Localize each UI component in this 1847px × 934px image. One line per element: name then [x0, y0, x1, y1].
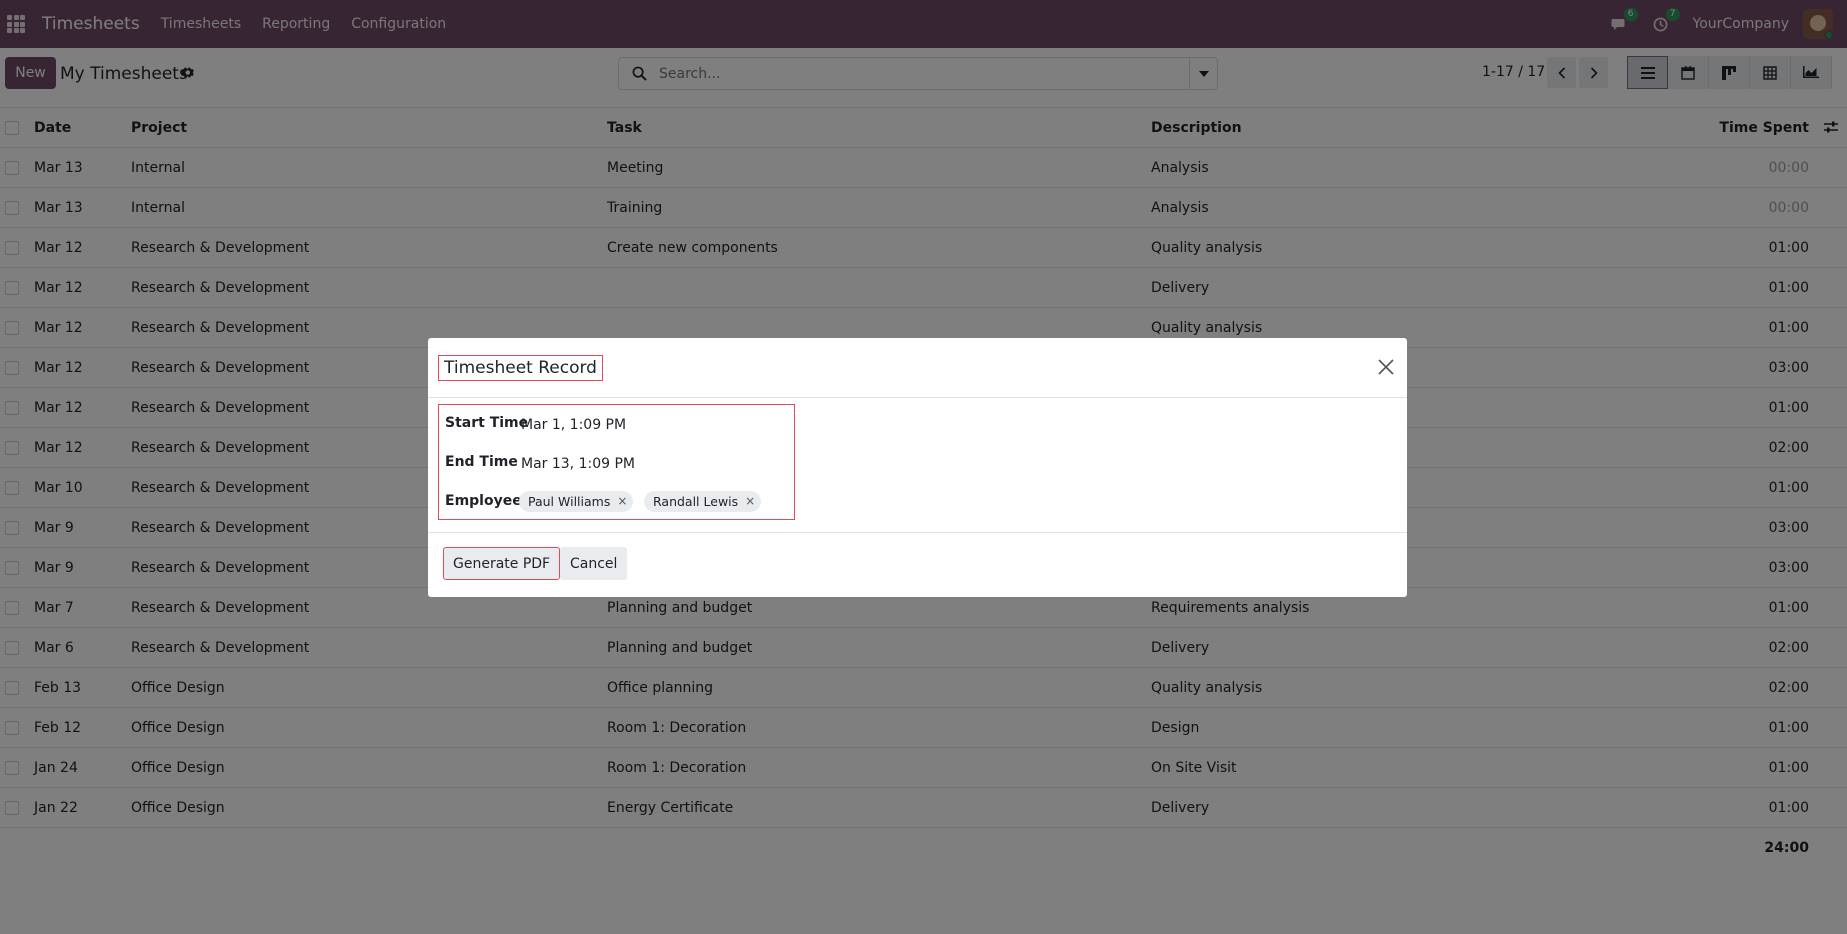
- start-time-field[interactable]: Mar 1, 1:09 PM: [521, 417, 626, 433]
- cancel-button[interactable]: Cancel: [560, 547, 628, 580]
- remove-tag-icon[interactable]: ×: [617, 491, 627, 512]
- remove-tag-icon[interactable]: ×: [745, 491, 755, 512]
- record-fields: Start Time Mar 1, 1:09 PM End Time Mar 1…: [438, 404, 795, 520]
- employee-tag-label: Randall Lewis: [653, 494, 739, 509]
- employee-tag: Randall Lewis ×: [644, 491, 762, 512]
- dialog-title: Timesheet Record: [438, 355, 603, 381]
- close-icon[interactable]: [1375, 356, 1397, 378]
- dialog-body: Start Time Mar 1, 1:09 PM End Time Mar 1…: [428, 398, 1407, 533]
- timesheet-record-dialog: Timesheet Record Start Time Mar 1, 1:09 …: [428, 338, 1407, 597]
- start-time-label: Start Time: [445, 415, 529, 431]
- employee-tag: Paul Williams ×: [519, 491, 634, 512]
- end-time-label: End Time: [445, 454, 518, 470]
- dialog-header: Timesheet Record: [428, 338, 1407, 398]
- employees-label: Employees: [445, 493, 531, 509]
- employee-tag-label: Paul Williams: [528, 494, 611, 509]
- generate-pdf-button[interactable]: Generate PDF: [443, 547, 561, 580]
- end-time-field[interactable]: Mar 13, 1:09 PM: [521, 456, 635, 472]
